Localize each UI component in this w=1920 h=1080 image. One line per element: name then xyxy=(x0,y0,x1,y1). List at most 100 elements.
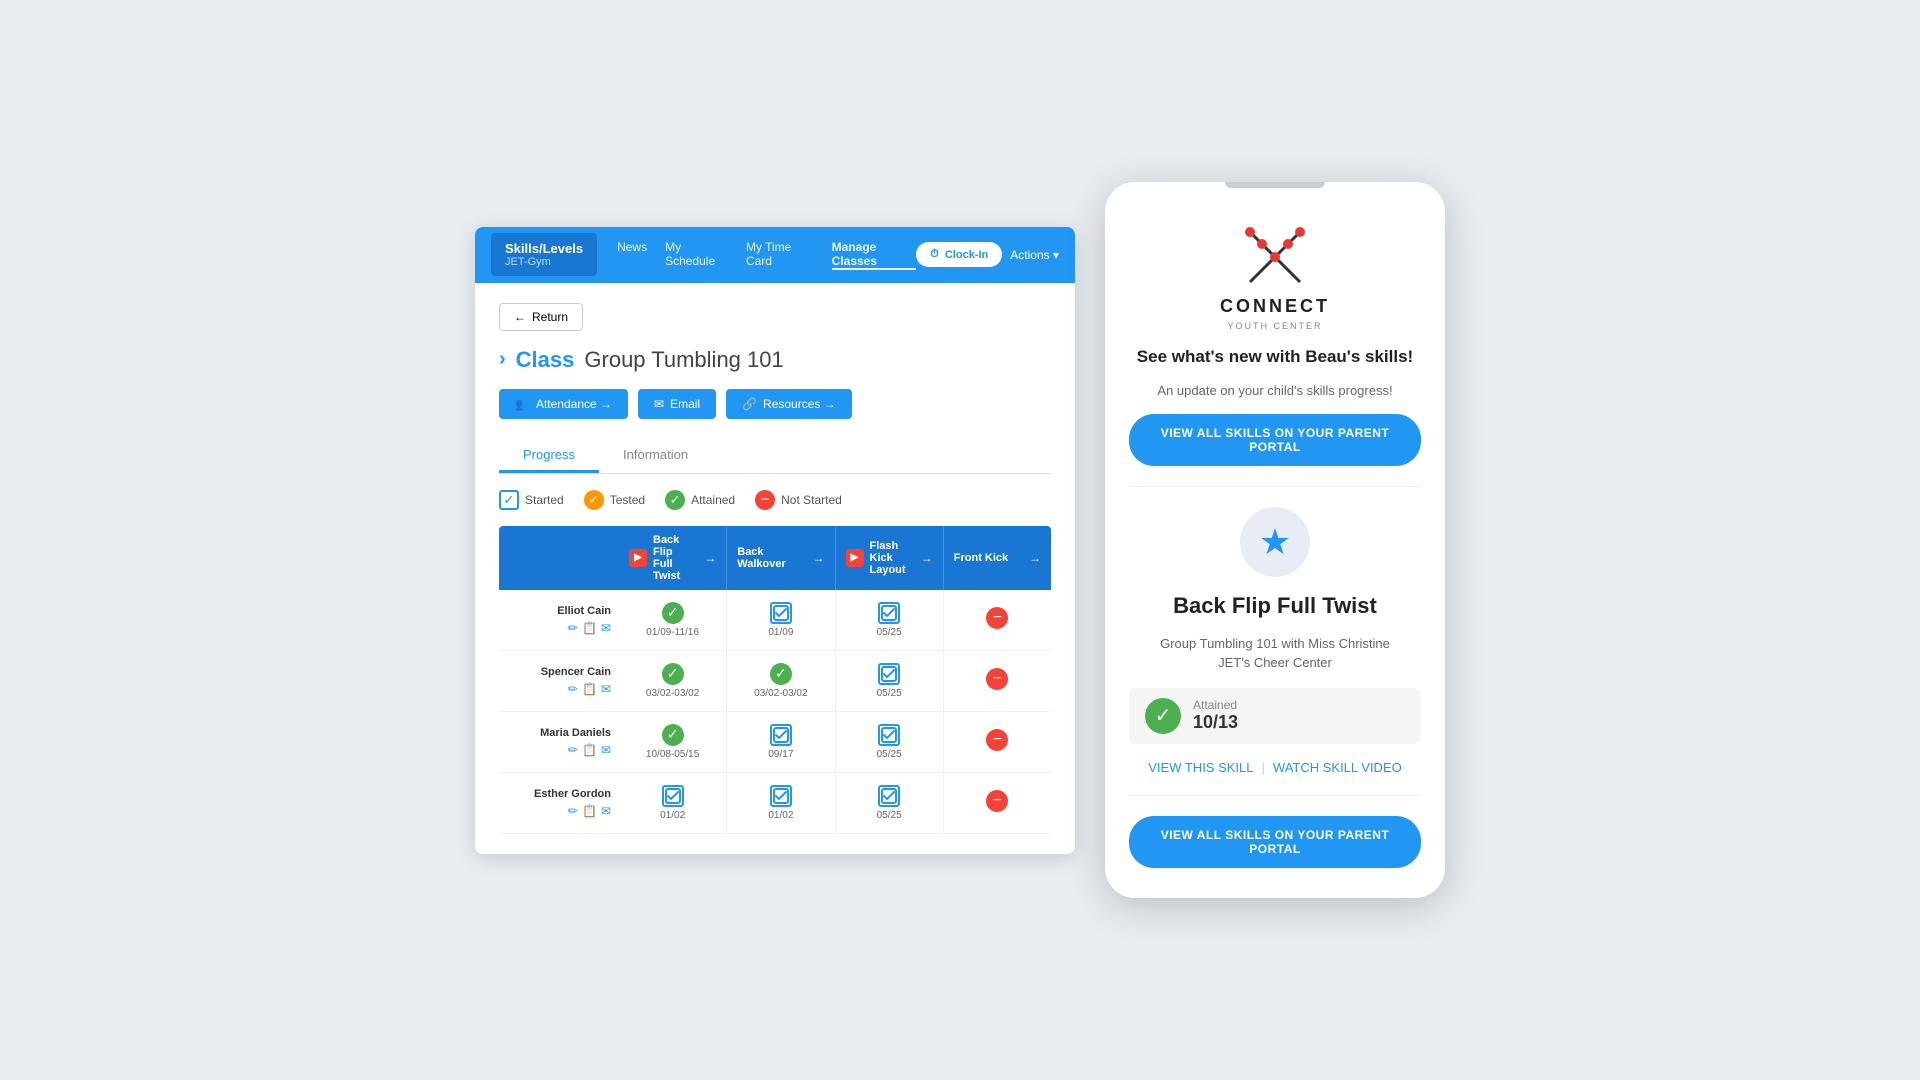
view-skills-bottom-button[interactable]: VIEW ALL SKILLS ON YOUR PARENT PORTAL xyxy=(1129,816,1421,868)
skill-cell-3-2[interactable]: 05/25 xyxy=(836,773,944,833)
profile-icon-0[interactable]: 📋 xyxy=(582,621,597,635)
logo-text: CONNECT xyxy=(1220,296,1330,317)
actions-dropdown[interactable]: Actions ▾ xyxy=(1010,248,1059,262)
nav-schedule[interactable]: My Schedule xyxy=(665,240,728,270)
nav-gym-label: JET-Gym xyxy=(505,256,583,268)
student-name-0: Elliot Cain xyxy=(507,605,611,617)
tab-progress[interactable]: Progress xyxy=(499,439,599,473)
edit-icon-1[interactable]: ✏ xyxy=(568,682,578,696)
student-name-1: Spencer Cain xyxy=(507,666,611,678)
view-skills-top-button[interactable]: VIEW ALL SKILLS ON YOUR PARENT PORTAL xyxy=(1129,414,1421,466)
profile-icon-1[interactable]: 📋 xyxy=(582,682,597,696)
student-info-3: Esther Gordon ✏ 📋 ✉ xyxy=(499,778,619,828)
skill-cell-0-1[interactable]: 01/09 xyxy=(727,590,835,650)
cell-status-1-1: ✓ xyxy=(770,663,792,685)
attained-date: 10/13 xyxy=(1193,712,1238,733)
mobile-notch xyxy=(1225,182,1325,188)
return-button[interactable]: ← Return xyxy=(499,303,583,331)
resources-icon: 🔗 xyxy=(742,397,757,411)
attendance-button[interactable]: 👥 Attendance → xyxy=(499,389,628,419)
email-button[interactable]: ✉ Email xyxy=(638,389,716,419)
resources-button[interactable]: 🔗 Resources → xyxy=(726,389,852,419)
skill-header-3[interactable]: Front Kick → xyxy=(944,526,1051,590)
student-info-2: Maria Daniels ✏ 📋 ✉ xyxy=(499,717,619,767)
status-started-icon xyxy=(662,785,684,807)
cell-date-1-2: 05/25 xyxy=(877,688,902,699)
cell-status-3-0 xyxy=(662,785,684,807)
nav-manage-classes[interactable]: Manage Classes xyxy=(832,240,917,270)
skill-header-0[interactable]: ▶ Back FlipFull Twist → xyxy=(619,526,727,590)
view-this-skill-link[interactable]: VIEW THIS SKILL xyxy=(1148,760,1253,775)
cell-status-2-1 xyxy=(770,724,792,746)
message-icon-0[interactable]: ✉ xyxy=(601,621,611,635)
cell-date-2-2: 05/25 xyxy=(877,749,902,760)
skill-cell-1-2[interactable]: 05/25 xyxy=(836,651,944,711)
cell-date-0-1: 01/09 xyxy=(768,627,793,638)
profile-icon-2[interactable]: 📋 xyxy=(582,743,597,757)
status-attained-icon: ✓ xyxy=(662,602,684,624)
skill-cell-1-0[interactable]: ✓ 03/02-03/02 xyxy=(619,651,727,711)
cell-date-0-2: 05/25 xyxy=(877,627,902,638)
skill-cell-0-2[interactable]: 05/25 xyxy=(836,590,944,650)
skill-header-2[interactable]: ▶ Flash KickLayout → xyxy=(836,526,944,590)
skill-cell-2-0[interactable]: ✓ 10/08-05/15 xyxy=(619,712,727,772)
skill-cell-2-2[interactable]: 05/25 xyxy=(836,712,944,772)
message-icon-1[interactable]: ✉ xyxy=(601,682,611,696)
mobile-title: See what's new with Beau's skills! xyxy=(1137,347,1413,367)
class-header: › Class Group Tumbling 101 xyxy=(499,347,1051,373)
cell-status-2-2 xyxy=(878,724,900,746)
cell-status-1-3: − xyxy=(986,668,1008,690)
connect-logo: CONNECT YOUTH CENTER xyxy=(1220,222,1330,331)
student-actions-2: ✏ 📋 ✉ xyxy=(507,743,611,757)
legend-started: Started xyxy=(499,490,564,510)
cell-status-1-0: ✓ xyxy=(662,663,684,685)
skill-cell-1-1[interactable]: ✓ 03/02-03/02 xyxy=(727,651,835,711)
tested-icon: ✓ xyxy=(584,490,604,510)
cell-date-1-0: 03/02-03/02 xyxy=(646,688,699,699)
nav-news[interactable]: News xyxy=(617,240,647,270)
skill-cell-1-3[interactable]: − xyxy=(944,651,1051,711)
cell-date-2-0: 10/08-05/15 xyxy=(646,749,699,760)
skill-cell-3-1[interactable]: 01/02 xyxy=(727,773,835,833)
clock-in-button[interactable]: ⏱ Clock-In xyxy=(916,242,1002,267)
table-row: Esther Gordon ✏ 📋 ✉ 01/02 01/02 05/25 − xyxy=(499,773,1051,834)
cell-date-0-0: 01/09-11/16 xyxy=(646,627,699,638)
cell-date-2-1: 09/17 xyxy=(768,749,793,760)
nav-timecard[interactable]: My Time Card xyxy=(746,240,814,270)
message-icon-3[interactable]: ✉ xyxy=(601,804,611,818)
cell-status-3-3: − xyxy=(986,790,1008,812)
logo-subtext: YOUTH CENTER xyxy=(1227,321,1322,331)
skill-cell-3-0[interactable]: 01/02 xyxy=(619,773,727,833)
skill-cell-2-3[interactable]: − xyxy=(944,712,1051,772)
status-started-icon xyxy=(770,785,792,807)
table-row: Elliot Cain ✏ 📋 ✉ ✓ 01/09-11/16 01/09 05… xyxy=(499,590,1051,651)
edit-icon-3[interactable]: ✏ xyxy=(568,804,578,818)
cell-status-0-2 xyxy=(878,602,900,624)
student-info-1: Spencer Cain ✏ 📋 ✉ xyxy=(499,656,619,706)
skill-cell-3-3[interactable]: − xyxy=(944,773,1051,833)
cell-status-0-1 xyxy=(770,602,792,624)
edit-icon-2[interactable]: ✏ xyxy=(568,743,578,757)
status-started-icon xyxy=(878,724,900,746)
divider-1 xyxy=(1129,486,1421,487)
play-icon-2: ▶ xyxy=(846,549,864,567)
tab-information[interactable]: Information xyxy=(599,439,712,473)
cell-status-0-3: − xyxy=(986,607,1008,629)
not-started-icon: − xyxy=(755,490,775,510)
skill-header-1[interactable]: BackWalkover → xyxy=(727,526,835,590)
edit-icon-0[interactable]: ✏ xyxy=(568,621,578,635)
skill-cell-0-0[interactable]: ✓ 01/09-11/16 xyxy=(619,590,727,650)
attained-info: Attained 10/13 xyxy=(1193,698,1238,733)
legend: Started ✓ Tested ✓ Attained − Not Starte… xyxy=(499,490,1051,510)
message-icon-2[interactable]: ✉ xyxy=(601,743,611,757)
status-not-started-icon: − xyxy=(986,668,1008,690)
watch-skill-video-link[interactable]: WATCH SKILL VIDEO xyxy=(1273,760,1402,775)
cell-status-1-2 xyxy=(878,663,900,685)
cell-date-1-1: 03/02-03/02 xyxy=(754,688,807,699)
profile-icon-3[interactable]: 📋 xyxy=(582,804,597,818)
legend-attained: ✓ Attained xyxy=(665,490,735,510)
skill-cell-0-3[interactable]: − xyxy=(944,590,1051,650)
skill-cell-2-1[interactable]: 09/17 xyxy=(727,712,835,772)
expand-icon[interactable]: › xyxy=(499,348,506,371)
status-attained-icon: ✓ xyxy=(662,724,684,746)
